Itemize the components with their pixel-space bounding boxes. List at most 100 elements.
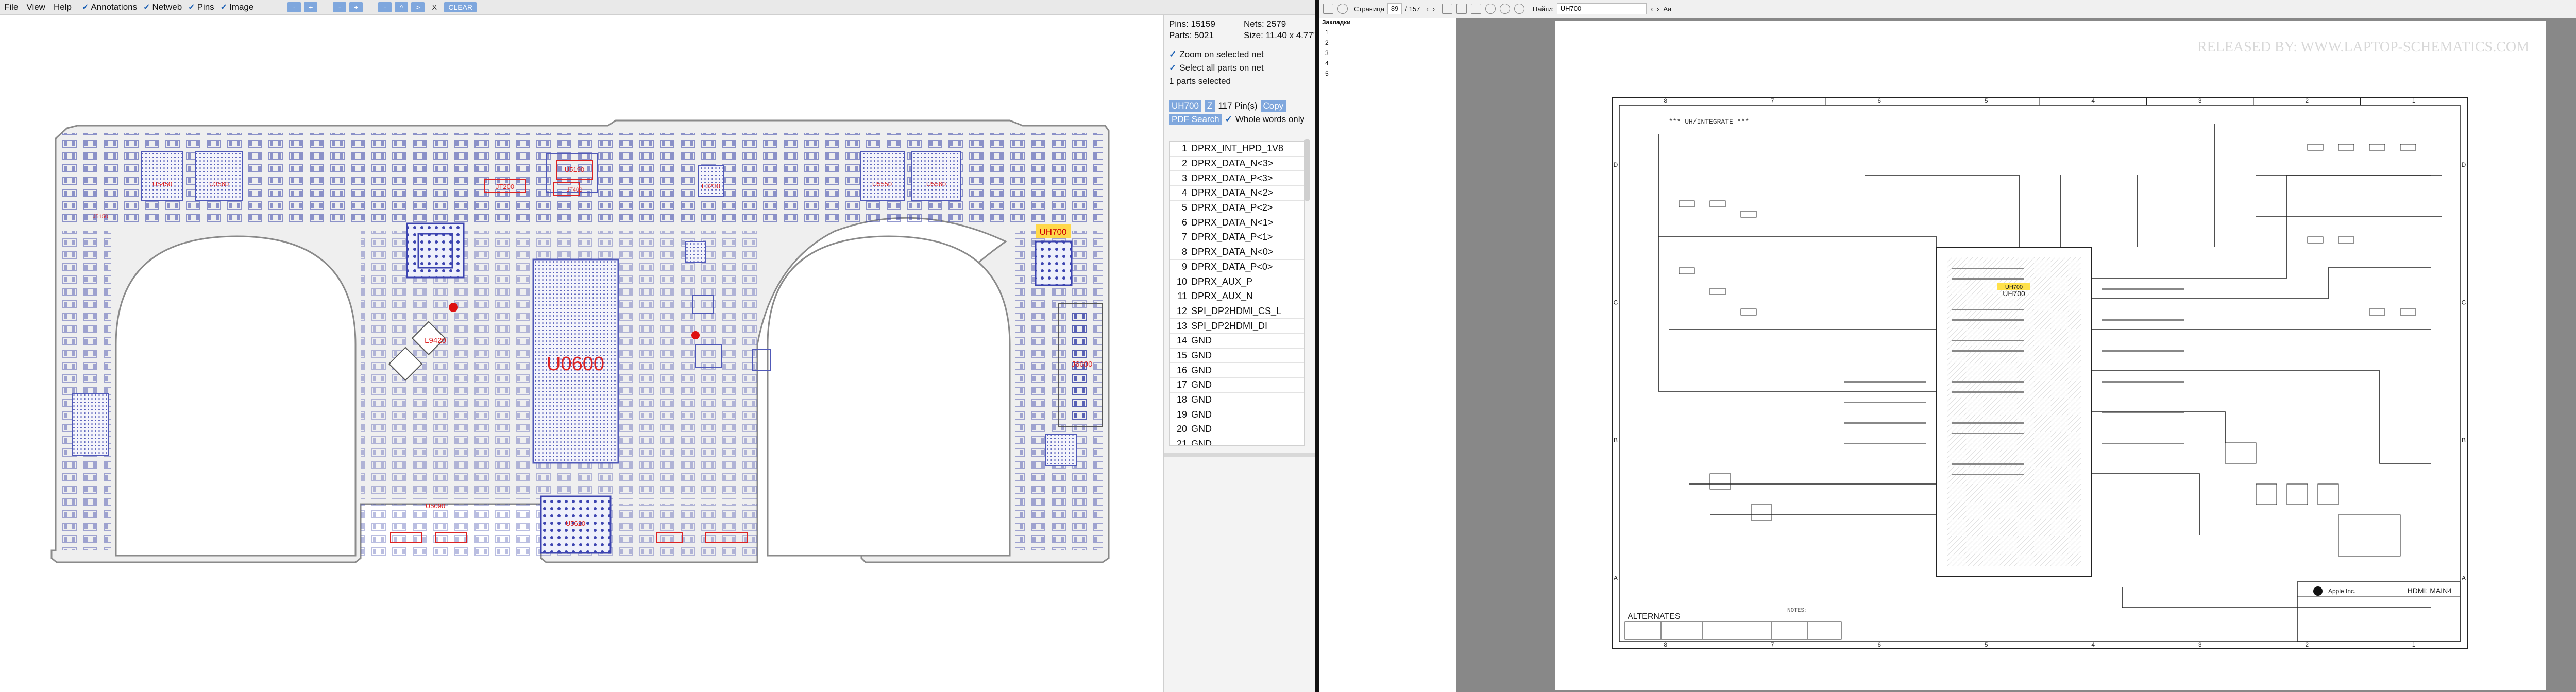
pin-row[interactable]: 1 DPRX_INT_HPD_1V8 — [1170, 142, 1304, 157]
rotate-right-button[interactable]: + — [349, 2, 363, 12]
prev-page-icon[interactable]: ‹ — [1426, 5, 1428, 13]
pin-net-name: GND — [1191, 350, 1212, 360]
zoom-on-net-option[interactable]: ✓ Zoom on selected net — [1164, 48, 1315, 61]
rotate-left-button[interactable]: - — [333, 2, 347, 12]
pin-row[interactable]: 13 SPI_DP2HDMI_DI — [1170, 319, 1304, 334]
settings-icon[interactable] — [1337, 4, 1348, 14]
row-letter: B — [2462, 437, 2466, 444]
pin-net-name: DPRX_DATA_P<2> — [1191, 202, 1273, 213]
pin-row[interactable]: 6 DPRX_DATA_N<1> — [1170, 215, 1304, 231]
part-name[interactable]: UH700 — [1169, 100, 1201, 112]
pin-row[interactable]: 8 DPRX_DATA_N<0> — [1170, 245, 1304, 260]
pin-row[interactable]: 19 GND — [1170, 407, 1304, 423]
pin-row[interactable]: 9 DPRX_DATA_P<0> — [1170, 260, 1304, 275]
zoom-part-button[interactable]: Z — [1204, 100, 1215, 112]
row-letter: D — [1614, 161, 1618, 168]
next-page-icon[interactable]: › — [1433, 5, 1435, 13]
pin-row[interactable]: 10 DPRX_AUX_P — [1170, 274, 1304, 289]
fit-page-icon[interactable] — [1442, 4, 1452, 14]
bookmark-list: 12345 — [1319, 27, 1456, 79]
alternates-title: ALTERNATES — [1628, 612, 1681, 621]
menu-view[interactable]: View — [22, 0, 49, 14]
page-input[interactable]: 89 — [1387, 3, 1402, 14]
open-file-icon[interactable] — [1323, 4, 1333, 14]
column-number: 7 — [1771, 641, 1774, 648]
pin-net-name: SPI_DP2HDMI_CS_L — [1191, 305, 1282, 316]
pin-row[interactable]: 16 GND — [1170, 363, 1304, 378]
pin-row[interactable]: 4 DPRX_DATA_N<2> — [1170, 186, 1304, 201]
pin-number: 18 — [1176, 394, 1187, 405]
pin-row[interactable]: 21 GND — [1170, 437, 1304, 445]
toggle-pins[interactable]: ✓ Pins — [188, 2, 214, 12]
column-number: 6 — [1877, 641, 1881, 648]
whole-words-option[interactable]: Whole words only — [1235, 114, 1304, 125]
zoom-in-button[interactable]: + — [304, 2, 318, 12]
clear-button[interactable]: CLEAR — [444, 2, 477, 12]
parts-count: Parts: 5021 — [1169, 30, 1214, 40]
row-letter: C — [2462, 299, 2466, 306]
board-label: U5620 — [566, 520, 585, 527]
toggle-netweb[interactable]: ✓ Netweb — [143, 2, 182, 12]
pin-net-name: GND — [1191, 424, 1212, 435]
rotate-icon[interactable] — [1471, 4, 1481, 14]
close-button[interactable]: X — [428, 2, 441, 12]
pin-net-name: GND — [1191, 379, 1212, 390]
page-area[interactable]: RELEASED BY: WWW.LAPTOP-SCHEMATICS.COM 8… — [1456, 18, 2576, 692]
find-input[interactable]: UH700 — [1556, 3, 1647, 14]
pin-number: 6 — [1181, 217, 1187, 228]
zoom-in-icon[interactable] — [1500, 4, 1510, 14]
toggle-image-label: Image — [229, 2, 254, 12]
pin-number: 19 — [1176, 409, 1187, 420]
select-all-parts-option[interactable]: ✓ Select all parts on net — [1164, 61, 1315, 75]
pin-row[interactable]: 18 GND — [1170, 393, 1304, 408]
fit-width-icon[interactable] — [1456, 4, 1467, 14]
sheet-block-title: *** UH/INTEGRATE *** — [1669, 118, 1749, 126]
bookmark-item[interactable]: 5 — [1319, 68, 1456, 79]
pin-row[interactable]: 17 GND — [1170, 378, 1304, 393]
bookmark-item[interactable]: 1 — [1319, 27, 1456, 38]
row-letter: D — [2462, 161, 2466, 168]
pin-row[interactable]: 2 DPRX_DATA_N<3> — [1170, 157, 1304, 171]
bookmarks-sidebar: Закладки 12345 — [1319, 18, 1456, 692]
copy-button[interactable]: Copy — [1260, 100, 1286, 112]
menu-help[interactable]: Help — [49, 0, 76, 14]
zoom-out-button[interactable]: - — [287, 2, 301, 12]
panel-divider[interactable] — [1164, 453, 1315, 457]
search-icon[interactable] — [1514, 4, 1524, 14]
flip-right-button[interactable]: > — [411, 2, 425, 12]
pin-row[interactable]: 20 GND — [1170, 422, 1304, 437]
row-letter: A — [1614, 574, 1618, 581]
check-icon: ✓ — [1169, 49, 1177, 59]
mirror-button[interactable]: - — [378, 2, 392, 12]
pin-number: 4 — [1181, 187, 1187, 198]
zoom-out-icon[interactable] — [1485, 4, 1496, 14]
toggle-annotations[interactable]: ✓ Annotations — [82, 2, 137, 12]
pin-row[interactable]: 5 DPRX_DATA_P<2> — [1170, 201, 1304, 216]
flip-up-button[interactable]: ^ — [395, 2, 409, 12]
toggle-image[interactable]: ✓ Image — [221, 2, 254, 12]
pin-number: 13 — [1176, 320, 1187, 331]
bookmark-item[interactable]: 4 — [1319, 58, 1456, 68]
board-label: J6000 — [1072, 360, 1093, 369]
bookmark-item[interactable]: 3 — [1319, 48, 1456, 58]
row-letter: B — [1614, 437, 1618, 444]
pin-net-name: DPRX_DATA_P<1> — [1191, 232, 1273, 243]
pin-list[interactable]: 1 DPRX_INT_HPD_1V8 2 DPRX_DATA_N<3> 3 DPRX_DA… — [1169, 141, 1305, 446]
pin-row[interactable]: 15 GND — [1170, 349, 1304, 364]
pin-row[interactable]: 11 DPRX_AUX_N — [1170, 289, 1304, 304]
pin-row[interactable]: 14 GND — [1170, 334, 1304, 349]
find-next-icon[interactable]: › — [1657, 5, 1659, 13]
pin-list-scrollbar[interactable] — [1304, 139, 1310, 201]
pin-net-name: DPRX_DATA_N<1> — [1191, 217, 1274, 228]
pdf-search-button[interactable]: PDF Search — [1169, 114, 1222, 125]
pin-row[interactable]: 7 DPRX_DATA_P<1> — [1170, 230, 1304, 245]
pin-net-name: DPRX_DATA_N<2> — [1191, 187, 1274, 198]
find-prev-icon[interactable]: ‹ — [1651, 5, 1653, 13]
match-case-icon[interactable]: Aa — [1663, 5, 1671, 13]
pin-row[interactable]: 12 SPI_DP2HDMI_CS_L — [1170, 304, 1304, 319]
board-canvas[interactable]: U0600 UH700 U5450 U3560 U5550 U5560 U519… — [0, 15, 1163, 692]
selected-count: 1 parts selected — [1169, 76, 1231, 86]
menu-file[interactable]: File — [0, 0, 22, 14]
bookmark-item[interactable]: 2 — [1319, 38, 1456, 48]
pin-row[interactable]: 3 DPRX_DATA_P<3> — [1170, 171, 1304, 186]
